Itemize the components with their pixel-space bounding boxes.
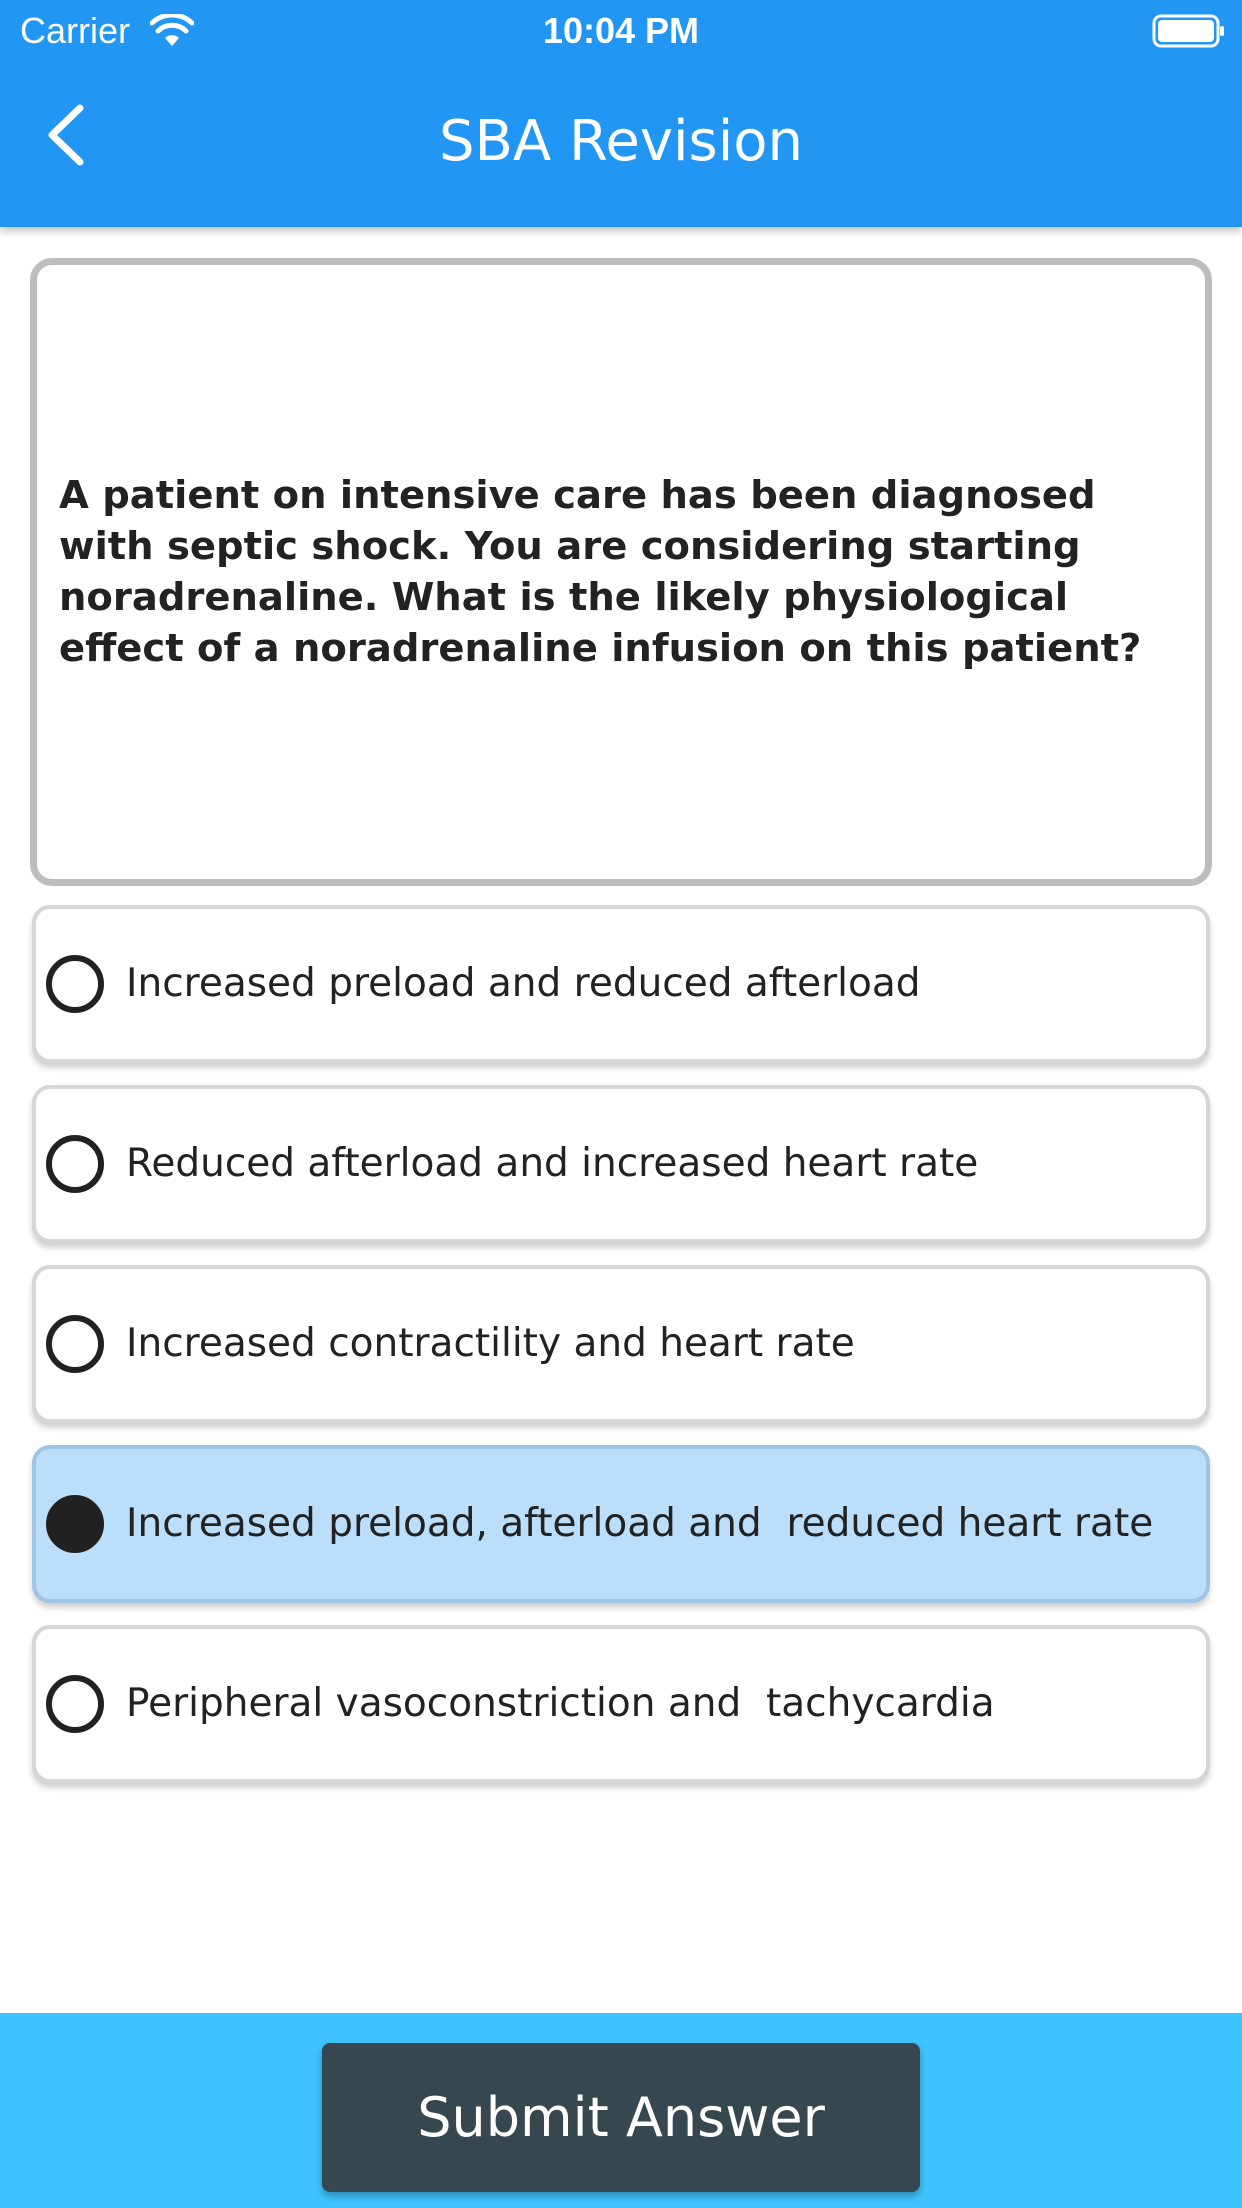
submit-answer-button[interactable]: Submit Answer <box>322 2043 920 2192</box>
answer-option-selected[interactable]: Increased preload, afterload and reduced… <box>32 1445 1210 1603</box>
bottom-bar: Submit Answer <box>0 2013 1242 2208</box>
status-time: 10:04 PM <box>542 10 700 51</box>
radio-checked-icon[interactable] <box>46 1495 104 1553</box>
battery-full-icon <box>1152 14 1226 48</box>
question-card: A patient on intensive care has been dia… <box>30 258 1212 886</box>
question-text: A patient on intensive care has been dia… <box>59 473 1142 671</box>
answer-option[interactable]: Increased contractility and heart rate <box>32 1265 1210 1423</box>
status-bar: Carrier 10:04 PM <box>0 0 1242 62</box>
radio-unchecked-icon[interactable] <box>46 1315 104 1373</box>
radio-unchecked-icon[interactable] <box>46 1675 104 1733</box>
page-title: SBA Revision <box>438 109 804 174</box>
answer-option[interactable]: Reduced afterload and increased heart ra… <box>32 1085 1210 1243</box>
radio-unchecked-icon[interactable] <box>46 955 104 1013</box>
answer-option[interactable]: Increased preload and reduced afterload <box>32 905 1210 1063</box>
answer-option-label: Reduced afterload and increased heart ra… <box>126 1141 979 1186</box>
answer-option-label: Peripheral vasoconstriction and tachycar… <box>126 1681 995 1726</box>
answer-option-label: Increased preload, afterload and reduced… <box>126 1501 1154 1546</box>
radio-unchecked-icon[interactable] <box>46 1135 104 1193</box>
answer-option-label: Increased preload and reduced afterload <box>126 961 921 1006</box>
app-bar: SBA Revision <box>0 62 1242 227</box>
answer-option[interactable]: Peripheral vasoconstriction and tachycar… <box>32 1625 1210 1783</box>
answer-option-label: Increased contractility and heart rate <box>126 1321 855 1366</box>
top-bar: Carrier 10:04 PM SBA Revision <box>0 0 1242 227</box>
